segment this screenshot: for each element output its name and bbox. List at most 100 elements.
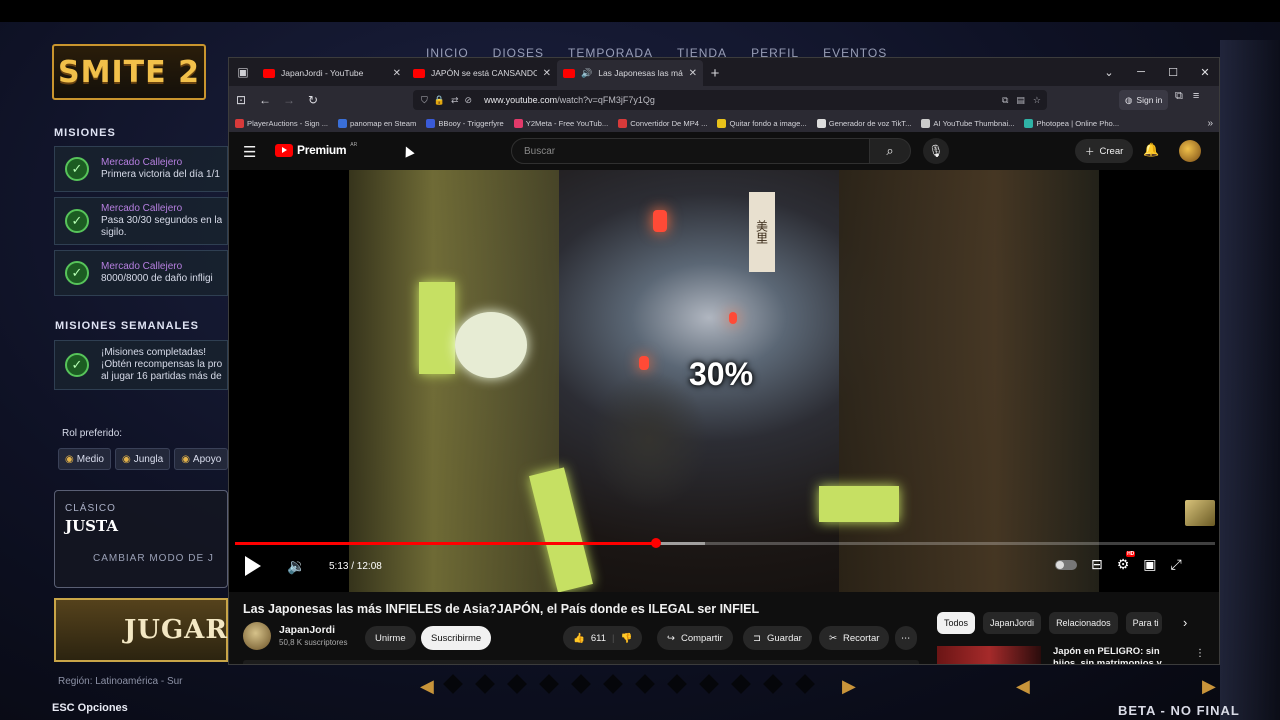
- close-tab-icon[interactable]: ✕: [393, 68, 401, 79]
- user-avatar[interactable]: [1179, 140, 1201, 162]
- hamburger-menu-icon[interactable]: ☰: [243, 143, 256, 161]
- share-button[interactable]: ↪ Compartir: [657, 626, 733, 650]
- bookmarks-overflow-icon[interactable]: »: [1207, 114, 1213, 132]
- mission-card[interactable]: ✓ Mercado Callejero Primera victoria del…: [54, 146, 228, 192]
- menu-icon[interactable]: ≡: [1193, 90, 1199, 103]
- game-mode-box[interactable]: CLÁSICO JUSTA CAMBIAR MODO DE J: [54, 490, 228, 588]
- tab-list-icon[interactable]: ▣: [229, 58, 257, 86]
- back-icon[interactable]: ←: [253, 88, 277, 112]
- notifications-bell-icon[interactable]: 🔔: [1143, 142, 1159, 158]
- carousel-dot[interactable]: [603, 674, 623, 694]
- play-icon[interactable]: [245, 556, 261, 576]
- muted-autoplay-icon[interactable]: ⊘: [465, 95, 473, 106]
- tab-japon-cansando[interactable]: JAPÓN se está CANSANDO de l ✕: [407, 60, 557, 86]
- volume-icon[interactable]: 🔉: [287, 557, 306, 575]
- bookmark-item[interactable]: Quitar fondo a image...: [717, 118, 807, 128]
- close-window-icon[interactable]: ✕: [1189, 58, 1219, 86]
- settings-icon[interactable]: ⚙ HD: [1117, 551, 1136, 573]
- bookmark-item[interactable]: Generador de voz TikT...: [816, 118, 911, 128]
- fullscreen-icon[interactable]: ⤢: [1171, 556, 1182, 573]
- carousel-prev-icon[interactable]: ◀: [420, 676, 434, 697]
- voice-search-icon[interactable]: 🎙: [923, 138, 949, 164]
- close-tab-icon[interactable]: ✕: [689, 68, 697, 79]
- new-tab-button[interactable]: +: [703, 60, 727, 86]
- carousel-next-icon[interactable]: ▶: [1202, 676, 1216, 697]
- carousel-dot[interactable]: [699, 674, 719, 694]
- carousel-prev-icon[interactable]: ◀: [1016, 676, 1030, 697]
- miniplayer-icon[interactable]: ▣: [1143, 556, 1156, 573]
- clip-button[interactable]: ✂ Recortar: [819, 626, 890, 650]
- role-chip-jungla[interactable]: ◉ Jungla: [114, 448, 171, 470]
- role-chip-apoyo[interactable]: ◉ Apoyo: [174, 448, 229, 470]
- minimize-icon[interactable]: ─: [1125, 58, 1157, 86]
- subscribe-button[interactable]: Suscribirme: [421, 626, 492, 650]
- bookmark-item[interactable]: AI YouTube Thumbnai...: [921, 118, 1014, 128]
- thumbs-down-icon[interactable]: 👎: [620, 633, 632, 644]
- bookmark-item[interactable]: panomap en Steam: [338, 118, 416, 128]
- autoplay-toggle[interactable]: [1055, 559, 1077, 570]
- carousel-dot[interactable]: [667, 674, 687, 694]
- reader-mode-icon[interactable]: ▤: [1016, 95, 1025, 106]
- shield-icon[interactable]: ⛉: [421, 95, 428, 106]
- sign-in-button[interactable]: ◍ Sign in: [1119, 90, 1169, 110]
- permissions-icon[interactable]: ⇄: [451, 95, 459, 106]
- bookmark-star-icon[interactable]: ☆: [1033, 95, 1041, 106]
- carousel-dot[interactable]: [731, 674, 751, 694]
- join-button[interactable]: Unirme: [365, 626, 416, 650]
- channel-avatar[interactable]: [243, 622, 271, 650]
- subtitles-icon[interactable]: ⊟: [1091, 556, 1103, 573]
- chip-todos[interactable]: Todos: [937, 612, 976, 634]
- address-bar[interactable]: ⛉ 🔒 ⇄ ⊘ www.youtube.com/watch?v=qFM3jF7y…: [413, 90, 1047, 110]
- mission-card[interactable]: ✓ Mercado Callejero Pasa 30/30 segundos …: [54, 197, 228, 245]
- forward-icon[interactable]: →: [277, 88, 301, 112]
- carousel-dot[interactable]: [795, 674, 815, 694]
- carousel-dot[interactable]: [539, 674, 559, 694]
- description-box[interactable]: [243, 660, 919, 664]
- extensions-icon[interactable]: ⧉: [1175, 90, 1183, 103]
- carousel-dot[interactable]: [507, 674, 527, 694]
- speaker-icon[interactable]: 🔊: [581, 68, 592, 79]
- search-button[interactable]: ⌕: [869, 138, 911, 164]
- mission-card[interactable]: ✓ Mercado Callejero 8000/8000 de daño in…: [54, 250, 228, 296]
- close-tab-icon[interactable]: ✕: [543, 68, 551, 79]
- tab-las-japonesas[interactable]: 🔊 Las Japonesas las más INFIEL ✕: [557, 60, 703, 86]
- change-mode-button[interactable]: CAMBIAR MODO DE J: [93, 553, 214, 564]
- related-more-icon[interactable]: ⋮: [1195, 648, 1205, 659]
- lock-icon[interactable]: 🔒: [434, 95, 445, 106]
- bookmark-item[interactable]: PlayerAuctions - Sign ...: [235, 118, 328, 128]
- options-hint[interactable]: ESC Opciones: [52, 702, 128, 714]
- bookmark-item[interactable]: Convertidor De MP4 ...: [618, 118, 707, 128]
- bookmark-item[interactable]: BBooy - Triggerfyre: [426, 118, 504, 128]
- bookmark-item[interactable]: Photopea | Online Pho...: [1024, 118, 1119, 128]
- weekly-mission-card[interactable]: ✓ ¡Misiones completadas! ¡Obtén recompen…: [54, 340, 228, 390]
- chips-next-icon[interactable]: ›: [1183, 615, 1187, 630]
- carousel-dot[interactable]: [635, 674, 655, 694]
- carousel-next-icon[interactable]: ▶: [842, 676, 856, 697]
- youtube-premium-logo[interactable]: Premium AR: [275, 142, 357, 157]
- search-input[interactable]: Buscar: [511, 138, 889, 164]
- carousel-dot[interactable]: [443, 674, 463, 694]
- role-chip-medio[interactable]: ◉ Medio: [58, 448, 111, 470]
- bookmark-item[interactable]: Y2Meta - Free YouTub...: [513, 118, 608, 128]
- play-button[interactable]: JUGAR: [54, 598, 228, 662]
- chip-para-ti[interactable]: Para ti: [1125, 612, 1162, 634]
- sidebar-toggle-icon[interactable]: ⊡: [229, 88, 253, 112]
- carousel-dot[interactable]: [763, 674, 783, 694]
- channel-watermark[interactable]: [1185, 500, 1215, 526]
- maximize-icon[interactable]: ☐: [1157, 58, 1189, 86]
- carousel-dot[interactable]: [475, 674, 495, 694]
- tab-overflow-icon[interactable]: ⌄: [1093, 58, 1125, 86]
- chip-relacionados[interactable]: Relacionados: [1049, 612, 1118, 634]
- chip-japanjordi[interactable]: JapanJordi: [983, 612, 1042, 634]
- related-video-thumbnail[interactable]: [937, 646, 1041, 664]
- channel-name[interactable]: JapanJordi: [279, 624, 335, 636]
- like-button[interactable]: 👍 611 | 👎: [563, 626, 643, 650]
- video-player[interactable]: 美里 30% 🔉 5:13 / 12:08 ⊟ ⚙ HD ▣ ⤢: [229, 170, 1219, 592]
- screenshot-icon[interactable]: ⧉: [1002, 95, 1008, 106]
- reload-icon[interactable]: ↻: [301, 88, 325, 112]
- related-video-title[interactable]: Japón en PELIGRO: sin hijos, sin matrimo…: [1053, 646, 1177, 664]
- save-button[interactable]: ⊐ Guardar: [743, 626, 812, 650]
- more-actions-icon[interactable]: ⋯: [895, 626, 917, 650]
- tab-japanjordi[interactable]: JapanJordi - YouTube ✕: [257, 60, 407, 86]
- carousel-dot[interactable]: [571, 674, 591, 694]
